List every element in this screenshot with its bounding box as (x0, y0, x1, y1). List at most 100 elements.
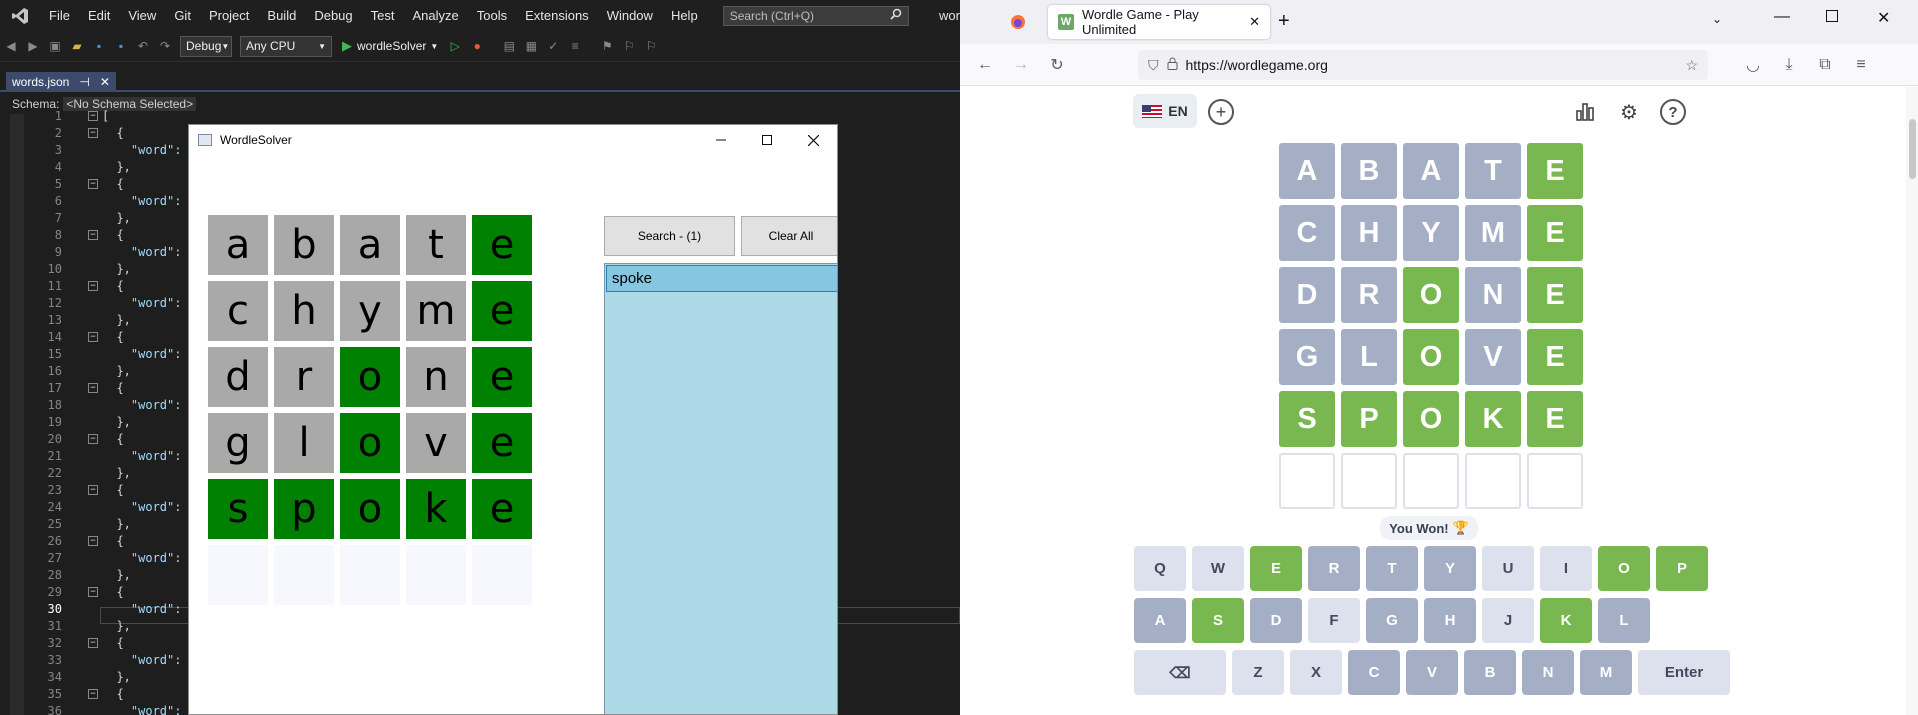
layout-icon[interactable]: ▦ (524, 39, 538, 53)
key-d[interactable]: D (1250, 598, 1302, 643)
fold-toggle-icon[interactable]: − (88, 332, 98, 342)
key-p[interactable]: P (1656, 546, 1708, 591)
vs-logo-icon[interactable] (10, 5, 30, 27)
vs-search-box[interactable]: Search (Ctrl+Q) (722, 5, 910, 26)
solver-letter-cell[interactable]: y (340, 281, 400, 341)
solver-letter-cell[interactable]: e (472, 413, 532, 473)
scrollbar-thumb[interactable] (1909, 119, 1916, 179)
solver-letter-cell[interactable]: a (208, 215, 268, 275)
forward-icon[interactable]: → (1006, 44, 1036, 86)
menu-item-project[interactable]: Project (200, 0, 258, 31)
key-u[interactable]: U (1482, 546, 1534, 591)
key-k[interactable]: K (1540, 598, 1592, 643)
minimize-icon[interactable]: — (1774, 8, 1790, 26)
solver-letter-cell[interactable]: o (340, 347, 400, 407)
key-x[interactable]: X (1290, 650, 1342, 695)
menu-item-test[interactable]: Test (362, 0, 404, 31)
key-c[interactable]: C (1348, 650, 1400, 695)
open-icon[interactable]: ▰ (70, 39, 84, 53)
menu-item-extensions[interactable]: Extensions (516, 0, 598, 31)
clear-all-button[interactable]: Clear All (741, 216, 837, 256)
fold-toggle-icon[interactable]: − (88, 128, 98, 138)
page-scrollbar[interactable] (1906, 87, 1918, 715)
close-icon[interactable]: ✕ (100, 75, 110, 89)
solver-letter-cell[interactable]: s (208, 479, 268, 539)
key-h[interactable]: H (1424, 598, 1476, 643)
bookmark-next-icon[interactable]: ⚐ (644, 39, 658, 53)
reload-icon[interactable]: ↻ (1042, 44, 1072, 86)
key-w[interactable]: W (1192, 546, 1244, 591)
solver-letter-cell[interactable]: n (406, 347, 466, 407)
save-icon[interactable]: ▪ (92, 39, 106, 53)
fold-toggle-icon[interactable]: − (88, 111, 98, 121)
menu-item-debug[interactable]: Debug (305, 0, 361, 31)
key-n[interactable]: N (1522, 650, 1574, 695)
search-button[interactable]: Search - (1) (604, 216, 735, 256)
new-item-icon[interactable]: ▣ (48, 39, 62, 53)
close-window-icon[interactable]: ✕ (1877, 8, 1890, 28)
solver-letter-cell[interactable]: r (274, 347, 334, 407)
bookmark-icon[interactable]: ⚑ (600, 39, 614, 53)
start-debugging-button[interactable]: ▶ wordleSolver ▼ (342, 38, 438, 54)
list-all-tabs-icon[interactable]: ⌄ (1712, 12, 1722, 26)
key-q[interactable]: Q (1134, 546, 1186, 591)
solver-letter-cell[interactable] (472, 545, 532, 605)
solver-letter-cell[interactable]: d (208, 347, 268, 407)
solver-letter-cell[interactable]: o (340, 413, 400, 473)
fold-toggle-icon[interactable]: − (88, 434, 98, 444)
solver-letter-cell[interactable]: e (472, 479, 532, 539)
menu-item-view[interactable]: View (119, 0, 165, 31)
fold-toggle-icon[interactable]: − (88, 281, 98, 291)
enter-key[interactable]: Enter (1638, 650, 1730, 695)
run-without-debug-icon[interactable]: ▷ (448, 39, 462, 53)
menu-item-git[interactable]: Git (165, 0, 200, 31)
toolbox-icon[interactable]: ▤ (502, 39, 516, 53)
platform-dropdown[interactable]: Any CPU ▼ (240, 35, 332, 57)
fold-toggle-icon[interactable]: − (88, 485, 98, 495)
solver-letter-cell[interactable]: t (406, 215, 466, 275)
menu-item-tools[interactable]: Tools (468, 0, 516, 31)
key-b[interactable]: B (1464, 650, 1516, 695)
fold-toggle-icon[interactable]: − (88, 230, 98, 240)
solver-letter-cell[interactable]: e (472, 347, 532, 407)
solver-letter-cell[interactable]: v (406, 413, 466, 473)
key-t[interactable]: T (1366, 546, 1418, 591)
bookmark-star-icon[interactable]: ☆ (1685, 57, 1698, 74)
key-m[interactable]: M (1580, 650, 1632, 695)
align-icon[interactable]: ≡ (568, 39, 582, 53)
key-j[interactable]: J (1482, 598, 1534, 643)
key-a[interactable]: A (1134, 598, 1186, 643)
key-f[interactable]: F (1308, 598, 1360, 643)
firefox-icon[interactable] (1010, 14, 1026, 35)
solver-letter-cell[interactable]: l (274, 413, 334, 473)
key-v[interactable]: V (1406, 650, 1458, 695)
solver-letter-cell[interactable]: a (340, 215, 400, 275)
key-g[interactable]: G (1366, 598, 1418, 643)
back-icon[interactable]: ← (970, 44, 1000, 86)
solver-letter-cell[interactable]: m (406, 281, 466, 341)
language-button[interactable]: EN (1133, 94, 1197, 128)
solver-letter-cell[interactable]: k (406, 479, 466, 539)
stats-icon[interactable] (1572, 99, 1598, 125)
solver-letter-cell[interactable]: c (208, 281, 268, 341)
redo-icon[interactable]: ↷ (158, 39, 172, 53)
forward-nav-icon[interactable]: ▶ (26, 39, 40, 53)
save-all-icon[interactable]: ▪ (114, 39, 128, 53)
fold-toggle-icon[interactable]: − (88, 587, 98, 597)
key-r[interactable]: R (1308, 546, 1360, 591)
lock-icon[interactable] (1167, 57, 1178, 73)
fold-toggle-icon[interactable]: − (88, 638, 98, 648)
key-l[interactable]: L (1598, 598, 1650, 643)
key-y[interactable]: Y (1424, 546, 1476, 591)
url-bar[interactable]: ⛉ https://wordlegame.org ☆ (1138, 50, 1708, 80)
close-tab-icon[interactable]: ✕ (1249, 14, 1260, 30)
solver-letter-cell[interactable]: b (274, 215, 334, 275)
key-z[interactable]: Z (1232, 650, 1284, 695)
shield-icon[interactable]: ⛉ (1148, 57, 1159, 74)
solver-letter-cell[interactable]: e (472, 281, 532, 341)
download-icon[interactable]: ⤓ (1774, 44, 1804, 86)
solver-letter-cell[interactable] (340, 545, 400, 605)
solver-letter-cell[interactable]: o (340, 479, 400, 539)
solver-letter-cell[interactable] (208, 545, 268, 605)
fold-toggle-icon[interactable]: − (88, 689, 98, 699)
